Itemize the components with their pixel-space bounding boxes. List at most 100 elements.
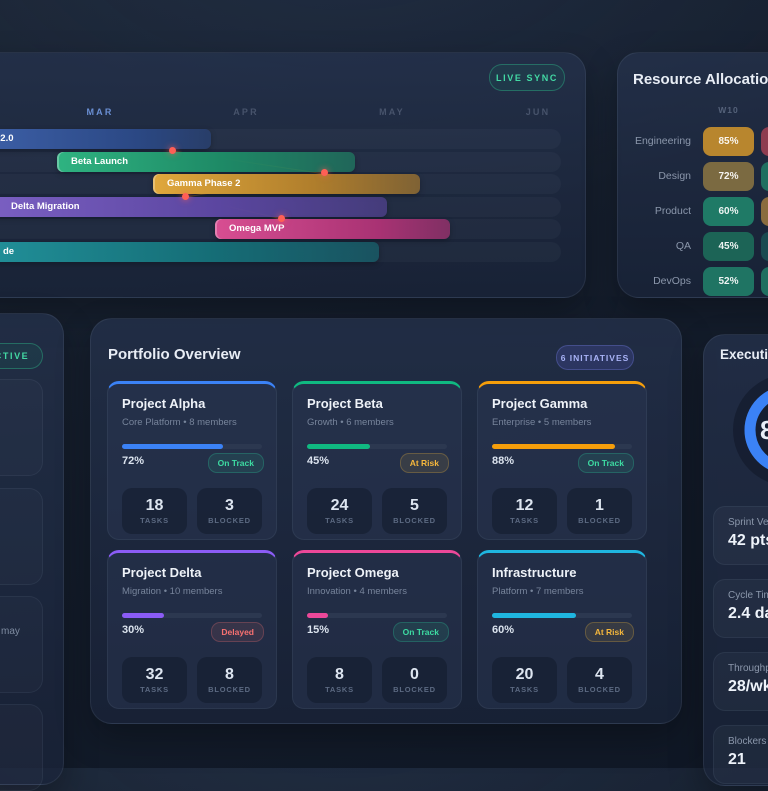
progress-track	[307, 444, 447, 449]
tasks-count: 20	[515, 665, 534, 683]
milestone-dot[interactable]	[169, 147, 176, 154]
blocked-label: BLOCKED	[393, 515, 436, 525]
resource-allocation-title: Resource Allocation	[633, 71, 768, 88]
tasks-label: TASKS	[510, 515, 539, 525]
project-meta: Migration • 10 members	[122, 586, 223, 597]
progress-fill	[307, 444, 370, 449]
progress-percent: 30%	[122, 624, 145, 636]
status-badge: At Risk	[584, 622, 634, 642]
tasks-stat: 8 TASKS	[307, 657, 372, 703]
allocation-cell[interactable]: 52%	[703, 267, 754, 296]
progress-fill	[122, 444, 223, 449]
progress-percent: 88%	[492, 455, 515, 467]
blocked-stat: 5 BLOCKED	[382, 488, 447, 534]
project-card-alpha[interactable]: Project Alpha Core Platform • 8 members …	[107, 381, 277, 540]
completion-donut-chart: 8	[733, 378, 768, 482]
project-name: Project Gamma	[492, 396, 588, 411]
allocation-cell-next[interactable]	[761, 127, 768, 156]
metric-card-throughput: Throughput 28/wk	[713, 652, 768, 711]
month-label-jun: JUN	[525, 107, 551, 117]
portfolio-title: Portfolio Overview	[108, 346, 241, 363]
milestone-dot[interactable]	[321, 169, 328, 176]
metric-value: 21	[728, 751, 746, 768]
gantt-bar-v2[interactable]: v2.0	[0, 129, 211, 149]
blocked-label: BLOCKED	[578, 684, 621, 694]
project-name: Project Beta	[307, 396, 383, 411]
allocation-cell[interactable]: 72%	[703, 162, 754, 191]
side-list-item[interactable]	[0, 704, 43, 791]
project-card-delta[interactable]: Project Delta Migration • 10 members 30%…	[107, 550, 277, 709]
resource-row-design: Design 72%	[618, 162, 768, 192]
dashboard: { "colors": { "accent_blue": "#3b82f6", …	[0, 0, 768, 791]
side-list-item[interactable]	[0, 379, 43, 476]
side-note-fragment: may	[1, 626, 20, 637]
allocation-cell-next[interactable]	[761, 267, 768, 296]
project-meta: Platform • 7 members	[492, 586, 584, 597]
blocked-count: 4	[595, 665, 604, 683]
resource-row-product: Product 60%	[618, 197, 768, 227]
blocked-label: BLOCKED	[578, 515, 621, 525]
timeline-panel: LIVE SYNC MAR APR MAY JUN v2.0 Beta Laun…	[0, 52, 586, 298]
tasks-count: 18	[145, 496, 164, 514]
side-list-item[interactable]	[0, 596, 43, 693]
resource-allocation-panel: Resource Allocation W10 Engineering 85% …	[617, 52, 768, 298]
allocation-cell[interactable]: 45%	[703, 232, 754, 261]
tasks-label: TASKS	[140, 684, 169, 694]
team-label: Engineering	[634, 135, 691, 147]
side-list-item[interactable]	[0, 488, 43, 585]
gantt-bar-beta-launch[interactable]: Beta Launch	[57, 152, 355, 172]
progress-track	[122, 444, 262, 449]
project-card-beta[interactable]: Project Beta Growth • 6 members 45% At R…	[292, 381, 462, 540]
month-label-apr: APR	[233, 107, 259, 117]
project-card-infrastructure[interactable]: Infrastructure Platform • 7 members 60% …	[477, 550, 647, 709]
metric-card-cycle-time: Cycle Time 2.4 days	[713, 579, 768, 638]
progress-track	[122, 613, 262, 618]
milestone-dot[interactable]	[182, 193, 189, 200]
progress-fill	[492, 444, 616, 449]
blocked-count: 8	[225, 665, 234, 683]
progress-percent: 45%	[307, 455, 330, 467]
tasks-label: TASKS	[325, 684, 354, 694]
allocation-cell[interactable]: 60%	[703, 197, 754, 226]
initiatives-count-badge: 6 INITIATIVES	[556, 345, 634, 370]
execution-title: Execution Metrics	[720, 347, 768, 362]
project-card-omega[interactable]: Project Omega Innovation • 4 members 15%…	[292, 550, 462, 709]
allocation-cell-next[interactable]	[761, 162, 768, 191]
project-name: Project Alpha	[122, 396, 206, 411]
progress-track	[307, 613, 447, 618]
blocked-label: BLOCKED	[208, 684, 251, 694]
project-card-gamma[interactable]: Project Gamma Enterprise • 5 members 88%…	[477, 381, 647, 540]
allocation-cell-next[interactable]	[761, 232, 768, 261]
status-badge: Delayed	[211, 622, 264, 642]
progress-fill	[307, 613, 328, 618]
blocked-count: 3	[225, 496, 234, 514]
status-badge: On Track	[392, 622, 449, 642]
resource-row-devops: DevOps 52%	[618, 267, 768, 297]
gantt-bar-upgrade[interactable]: de	[0, 242, 379, 262]
progress-track	[492, 444, 632, 449]
allocation-cell[interactable]: 85%	[703, 127, 754, 156]
gantt-bar-omega-mvp[interactable]: Omega MVP	[215, 219, 450, 239]
metric-label: Cycle Time	[728, 590, 768, 601]
tasks-label: TASKS	[325, 515, 354, 525]
tasks-stat: 12 TASKS	[492, 488, 557, 534]
live-sync-badge[interactable]: LIVE SYNC	[489, 64, 565, 91]
month-label-mar: MAR	[86, 107, 114, 117]
metric-label: Sprint Velocity	[728, 517, 768, 528]
metric-value: 28/wk	[728, 678, 768, 695]
team-label: QA	[675, 240, 691, 252]
allocation-cell-next[interactable]	[761, 197, 768, 226]
blocked-stat: 8 BLOCKED	[197, 657, 262, 703]
progress-fill	[122, 613, 164, 618]
blocked-stat: 3 BLOCKED	[197, 488, 262, 534]
tasks-stat: 18 TASKS	[122, 488, 187, 534]
month-label-may: MAY	[379, 107, 405, 117]
team-label: Product	[654, 205, 691, 217]
milestone-dot[interactable]	[278, 215, 285, 222]
week-column-header: W10	[718, 105, 739, 115]
gantt-bar-gamma-phase-2[interactable]: Gamma Phase 2	[153, 174, 420, 194]
blocked-count: 5	[410, 496, 419, 514]
metric-label: Throughput	[728, 663, 768, 674]
tasks-stat: 24 TASKS	[307, 488, 372, 534]
gantt-bar-delta-migration[interactable]: Delta Migration	[0, 197, 387, 217]
